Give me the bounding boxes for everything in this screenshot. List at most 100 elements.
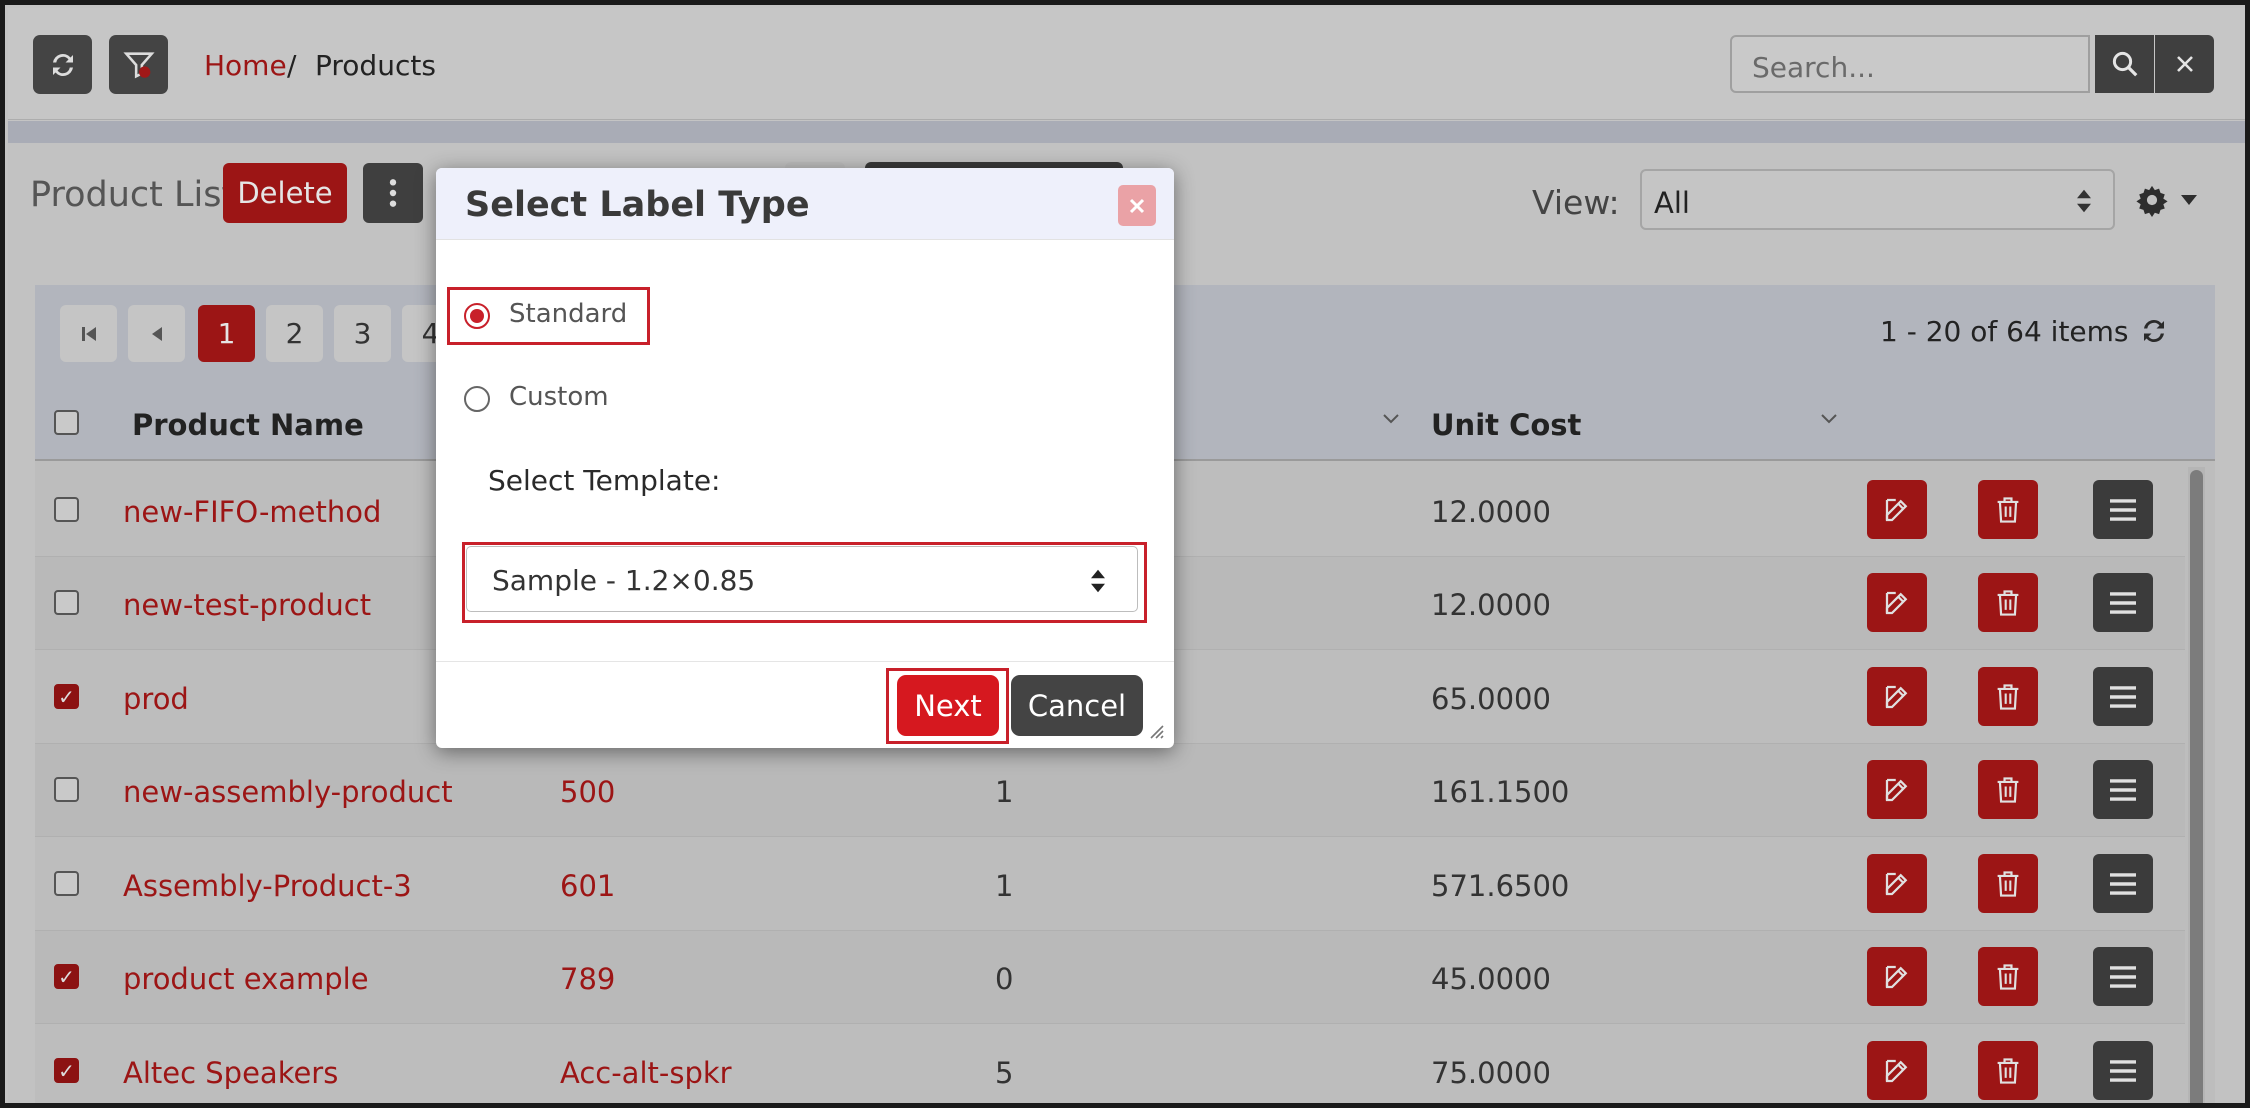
edit-button[interactable] (1867, 480, 1927, 539)
product-name-link[interactable]: new-assembly-product (123, 775, 453, 809)
product-code-link[interactable]: Acc-alt-spkr (560, 1056, 732, 1090)
hamburger-icon (2110, 685, 2136, 708)
row-menu-button[interactable] (2093, 573, 2153, 632)
row-menu-button[interactable] (2093, 667, 2153, 726)
edit-icon (1885, 778, 1908, 801)
edit-button[interactable] (1867, 573, 1927, 632)
product-name-link[interactable]: new-FIFO-method (123, 495, 381, 529)
custom-radio[interactable] (464, 386, 490, 412)
settings-menu-button[interactable] (2135, 179, 2215, 221)
product-name-link[interactable]: new-test-product (123, 588, 371, 622)
standard-radio[interactable] (464, 303, 490, 329)
trash-icon (1997, 870, 2019, 897)
product-name-link[interactable]: prod (123, 682, 189, 716)
row-menu-button[interactable] (2093, 947, 2153, 1006)
product-unit-cost: 45.0000 (1431, 962, 1551, 996)
table-row[interactable] (35, 1025, 2185, 1103)
standard-radio-label[interactable]: Standard (509, 299, 627, 329)
view-label: View: (1532, 183, 1620, 222)
cancel-button[interactable]: Cancel (1011, 675, 1143, 736)
search-input[interactable]: Search... (1730, 35, 2090, 93)
next-button[interactable]: Next (897, 675, 999, 736)
delete-row-button[interactable] (1978, 760, 2038, 819)
breadcrumb-separator: / (287, 49, 297, 82)
product-unit-cost: 65.0000 (1431, 682, 1551, 716)
view-select[interactable]: All (1640, 169, 2115, 230)
product-code-link[interactable]: 789 (560, 962, 615, 996)
edit-button[interactable] (1867, 1041, 1927, 1100)
select-label-type-dialog: Select Label Type Standard Custom Select… (436, 168, 1174, 748)
page-button-3[interactable]: 3 (334, 305, 391, 362)
delete-button[interactable]: Delete (223, 163, 347, 223)
product-unit-cost: 12.0000 (1431, 588, 1551, 622)
trash-icon (1997, 589, 2019, 616)
breadcrumb-current: Products (315, 49, 436, 82)
product-name-link[interactable]: product example (123, 962, 369, 996)
column-unit-cost[interactable]: Unit Cost (1431, 408, 1581, 442)
app-window: Home / Products Search... Product List D… (0, 0, 2250, 1108)
row-checkbox[interactable]: ✓ (54, 964, 79, 989)
column-product-name[interactable]: Product Name (132, 408, 364, 442)
refresh-icon (52, 53, 73, 76)
first-page-button[interactable] (60, 305, 117, 362)
product-unit-cost: 571.6500 (1431, 869, 1570, 903)
page-button-1[interactable]: 1 (198, 305, 255, 362)
close-icon (2176, 56, 2193, 72)
product-code-link[interactable]: 601 (560, 869, 615, 903)
hamburger-icon (2110, 498, 2136, 521)
trash-icon (1997, 683, 2019, 710)
product-unit-cost: 75.0000 (1431, 1056, 1551, 1090)
edit-button[interactable] (1867, 947, 1927, 1006)
delete-row-button[interactable] (1978, 947, 2038, 1006)
row-checkbox[interactable] (54, 497, 79, 522)
page-button-2[interactable]: 2 (266, 305, 323, 362)
row-checkbox[interactable] (54, 777, 79, 802)
hamburger-icon (2110, 1059, 2136, 1082)
column-menu-icon[interactable] (1382, 413, 1400, 425)
clear-search-button[interactable] (2155, 35, 2214, 93)
grid-refresh-icon[interactable] (2139, 316, 2169, 346)
trash-icon (1997, 776, 2019, 803)
dialog-footer-divider (436, 661, 1174, 662)
more-actions-button[interactable] (363, 163, 423, 223)
header-divider (8, 121, 2245, 143)
filter-clear-icon (122, 51, 155, 78)
product-code-link[interactable]: 500 (560, 775, 615, 809)
row-checkbox[interactable] (54, 871, 79, 896)
select-arrows-icon (2077, 189, 2091, 213)
edit-icon (1885, 1059, 1908, 1082)
select-all-checkbox[interactable] (54, 410, 79, 435)
row-menu-button[interactable] (2093, 854, 2153, 913)
kebab-icon (389, 179, 397, 207)
template-select[interactable]: Sample - 1.2×0.85 (466, 546, 1138, 612)
product-name-link[interactable]: Assembly-Product-3 (123, 869, 412, 903)
product-quantity: 5 (995, 1056, 1014, 1090)
delete-row-button[interactable] (1978, 1041, 2038, 1100)
breadcrumb-home[interactable]: Home (204, 49, 287, 82)
custom-radio-label[interactable]: Custom (509, 382, 609, 412)
dialog-close-button[interactable] (1118, 185, 1156, 226)
row-checkbox[interactable] (54, 590, 79, 615)
clear-filter-button[interactable] (109, 35, 168, 94)
edit-button[interactable] (1867, 667, 1927, 726)
row-menu-button[interactable] (2093, 1041, 2153, 1100)
edit-button[interactable] (1867, 854, 1927, 913)
delete-row-button[interactable] (1978, 667, 2038, 726)
grid-scrollbar-thumb[interactable] (2190, 470, 2203, 1103)
trash-icon (1997, 496, 2019, 523)
delete-row-button[interactable] (1978, 573, 2038, 632)
row-checkbox[interactable]: ✓ (54, 1058, 79, 1083)
delete-row-button[interactable] (1978, 854, 2038, 913)
column-menu-icon[interactable] (1820, 413, 1838, 425)
product-name-link[interactable]: Altec Speakers (123, 1056, 338, 1090)
resize-handle-icon[interactable] (1147, 722, 1165, 740)
edit-button[interactable] (1867, 760, 1927, 819)
prev-page-button[interactable] (128, 305, 185, 362)
delete-row-button[interactable] (1978, 480, 2038, 539)
row-menu-button[interactable] (2093, 480, 2153, 539)
row-menu-button[interactable] (2093, 760, 2153, 819)
search-button[interactable] (2095, 35, 2154, 93)
row-checkbox[interactable]: ✓ (54, 684, 79, 709)
refresh-button[interactable] (33, 35, 92, 94)
prev-page-icon (151, 326, 162, 341)
